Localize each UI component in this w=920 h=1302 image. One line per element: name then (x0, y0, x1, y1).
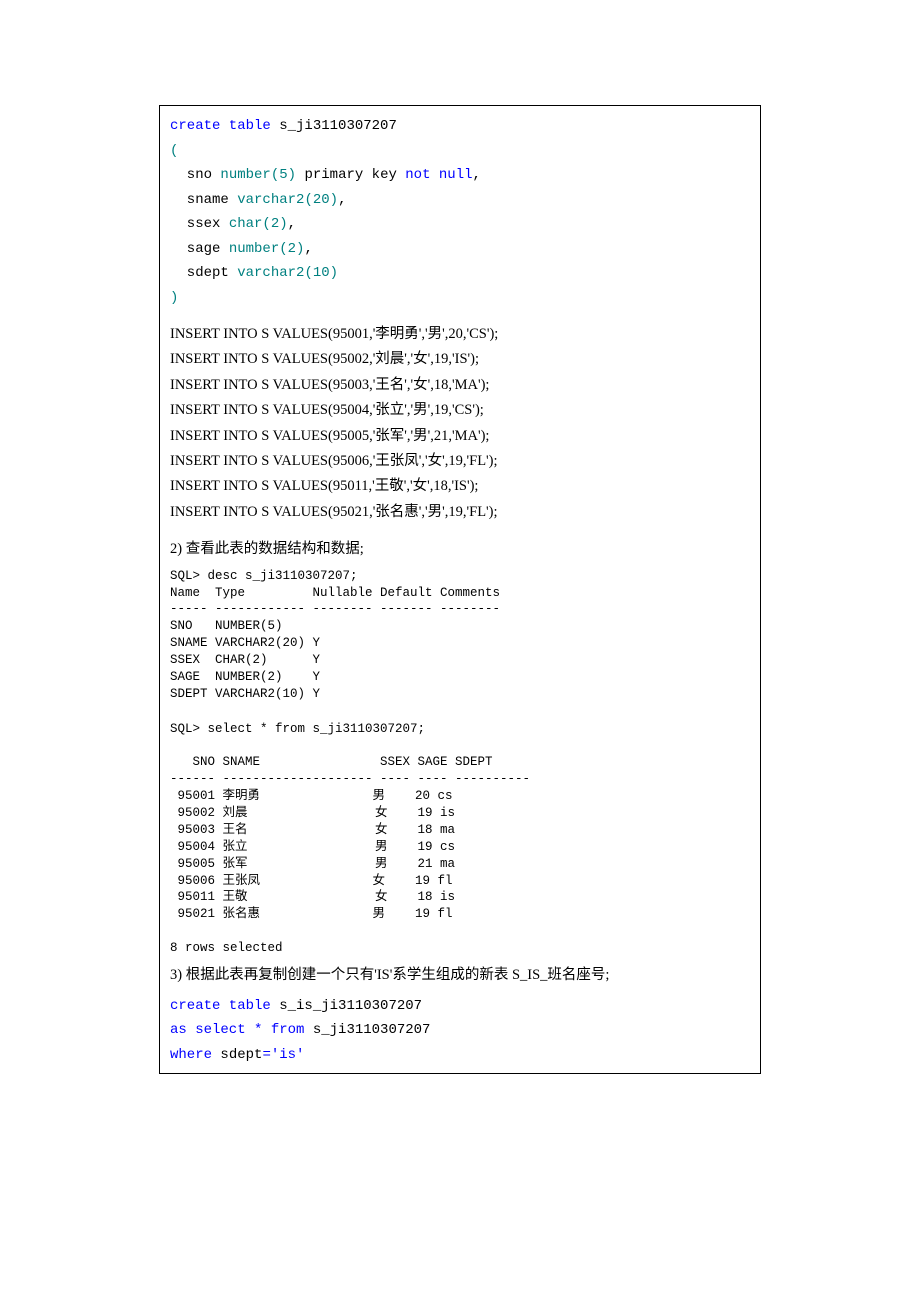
close-paren: ) (279, 216, 287, 232)
insert-row: INSERT INTO S VALUES(95006,'王张凤','女',19,… (170, 449, 750, 474)
num-literal: 20 (313, 192, 330, 208)
insert-row: INSERT INTO S VALUES(95011,'王敬','女',18,'… (170, 474, 750, 499)
type-number: number (229, 241, 279, 257)
insert-row: INSERT INTO S VALUES(95004,'张立','男',19,'… (170, 398, 750, 423)
code-box: create table s_ji3110307207 ( sno number… (159, 105, 761, 1074)
col-sno: sno (170, 167, 220, 183)
open-paren: ( (304, 192, 312, 208)
col-sname: sname (170, 192, 237, 208)
kw-from: from (262, 1022, 304, 1038)
kw-where: where (170, 1047, 212, 1063)
insert-row: INSERT INTO S VALUES(95002,'刘晨','女',19,'… (170, 347, 750, 372)
num-literal: 2 (271, 216, 279, 232)
comma: , (288, 216, 296, 232)
eq-operator: = (262, 1047, 270, 1063)
close-paren: ) (330, 265, 338, 281)
type-number: number (220, 167, 270, 183)
col-sdept: sdept (170, 265, 237, 281)
insert-statements: INSERT INTO S VALUES(95001,'李明勇','男',20,… (170, 322, 750, 525)
kw-primary-key: primary key (296, 167, 405, 183)
col-sdept: sdept (212, 1047, 262, 1063)
kw-not-null: not null (405, 167, 472, 183)
open-paren: ( (262, 216, 270, 232)
task-2-heading: 2) 查看此表的数据结构和数据; (170, 537, 750, 562)
type-char: char (229, 216, 263, 232)
col-ssex: ssex (170, 216, 229, 232)
open-paren: ( (304, 265, 312, 281)
comma: , (304, 241, 312, 257)
insert-row: INSERT INTO S VALUES(95021,'张名惠','男',19,… (170, 500, 750, 525)
num-literal: 10 (313, 265, 330, 281)
kw-create-table: create table (170, 118, 271, 134)
create-table-is-sql: create table s_is_ji3110307207 as select… (170, 994, 750, 1068)
kw-create-table: create table (170, 998, 271, 1014)
open-paren: ( (279, 241, 287, 257)
comma: , (473, 167, 481, 183)
insert-row: INSERT INTO S VALUES(95003,'王名','女',18,'… (170, 373, 750, 398)
type-varchar2: varchar2 (237, 192, 304, 208)
desc-output: SQL> desc s_ji3110307207; Name Type Null… (170, 568, 750, 703)
string-literal: 'is' (271, 1047, 305, 1063)
close-paren: ) (288, 167, 296, 183)
task-3-heading: 3) 根据此表再复制创建一个只有'IS'系学生组成的新表 S_IS_班名座号; (170, 963, 750, 988)
insert-row: INSERT INTO S VALUES(95001,'李明勇','男',20,… (170, 322, 750, 347)
ident-table-name: s_ji3110307207 (271, 118, 397, 134)
open-paren: ( (170, 143, 178, 159)
close-paren: ) (170, 290, 178, 306)
insert-row: INSERT INTO S VALUES(95005,'张军','男',21,'… (170, 424, 750, 449)
close-paren: ) (330, 192, 338, 208)
num-literal: 5 (279, 167, 287, 183)
open-paren: ( (271, 167, 279, 183)
ident-table-name: s_is_ji3110307207 (271, 998, 422, 1014)
ident-table-name: s_ji3110307207 (304, 1022, 430, 1038)
num-literal: 2 (288, 241, 296, 257)
kw-as-select: as select (170, 1022, 254, 1038)
select-output: SQL> select * from s_ji3110307207; SNO S… (170, 721, 750, 957)
create-table-sql: create table s_ji3110307207 ( sno number… (170, 114, 750, 310)
comma: , (338, 192, 346, 208)
col-sage: sage (170, 241, 229, 257)
type-varchar2: varchar2 (237, 265, 304, 281)
